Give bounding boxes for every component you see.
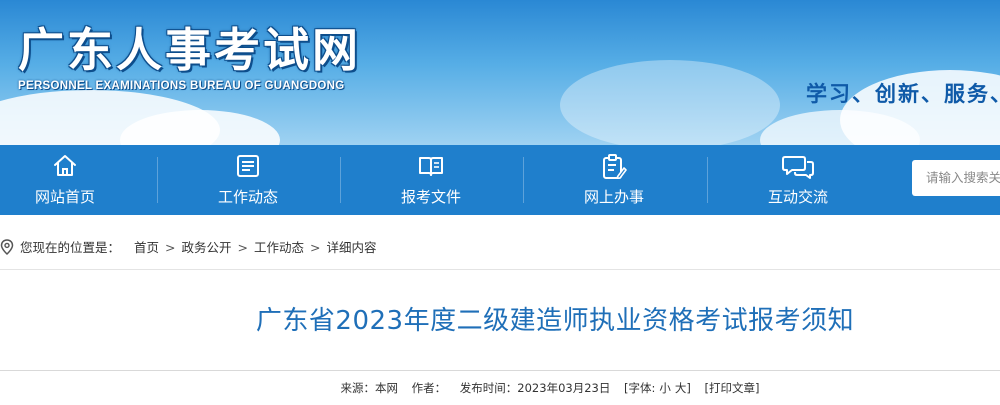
nav-label: 网上办事: [583, 188, 644, 206]
open-book-icon: [419, 157, 443, 176]
search-input[interactable]: 请输入搜索关: [926, 160, 1000, 196]
nav-item-work-news[interactable]: 工作动态: [157, 145, 339, 215]
nav-label: 工作动态: [217, 188, 278, 206]
article-title: 广东省2023年度二级建造师执业资格考试报考须知: [255, 306, 855, 336]
clipboard-edit-icon: [603, 154, 627, 179]
chat-bubble-icon: [782, 156, 814, 179]
breadcrumb: 您现在的位置是： 首页 > 政务公开 > 工作动态 > 详细内容: [0, 237, 377, 256]
article-source: 来源：本网: [340, 381, 398, 395]
title-divider: [0, 370, 1000, 371]
article-publish-date: 发布时间：2023年03月23日: [459, 381, 611, 395]
print-article-button[interactable]: [打印文章]: [705, 381, 760, 395]
breadcrumb-work-news-link[interactable]: 工作动态: [254, 240, 304, 255]
breadcrumb-gov-affairs-link[interactable]: 政务公开: [182, 240, 232, 255]
font-size-label: [字体:: [624, 381, 656, 395]
font-size-large-button[interactable]: 大: [675, 381, 687, 395]
breadcrumb-bar: 您现在的位置是： 首页 > 政务公开 > 工作动态 > 详细内容: [0, 215, 1000, 270]
main-nav: 网站首页 工作动态 报考文件 网上办事 互动交流: [0, 145, 1000, 215]
news-list-icon: [237, 155, 259, 177]
breadcrumb-home-link[interactable]: 首页: [134, 240, 159, 255]
nav-item-exam-documents[interactable]: 报考文件: [340, 145, 522, 215]
site-logo-title[interactable]: 广东人事考试网: [18, 14, 361, 80]
nav-item-interaction[interactable]: 互动交流: [707, 145, 889, 215]
nav-item-online-services[interactable]: 网上办事: [523, 145, 705, 215]
nav-label: 网站首页: [34, 188, 95, 206]
header-banner: 广东人事考试网 PERSONNEL EXAMINATIONS BUREAU OF…: [0, 0, 1000, 145]
site-slogan: 学习、创新、服务、: [806, 82, 1000, 106]
font-size-label-close: ]: [686, 381, 691, 395]
breadcrumb-separator: >: [165, 240, 176, 255]
article-meta: 来源：本网 作者： 发布时间：2023年03月23日 [字体: 小大] [打印文章…: [0, 380, 1000, 396]
nav-label: 报考文件: [400, 188, 461, 206]
location-pin-icon: [0, 239, 14, 255]
site-logo-subtitle: PERSONNEL EXAMINATIONS BUREAU OF GUANGDO…: [18, 80, 345, 92]
breadcrumb-separator: >: [237, 240, 249, 255]
font-size-control: [字体: 小大]: [624, 381, 691, 395]
breadcrumb-separator: >: [310, 240, 321, 255]
nav-label: 互动交流: [767, 188, 828, 206]
breadcrumb-prefix: 您现在的位置是：: [20, 240, 121, 255]
font-size-small-button[interactable]: 小: [659, 381, 671, 395]
nav-item-home[interactable]: 网站首页: [0, 145, 156, 215]
article-author: 作者：: [411, 381, 447, 395]
search-box[interactable]: 请输入搜索关: [912, 160, 1000, 196]
home-icon: [54, 155, 76, 176]
cloud-decoration: [560, 60, 780, 145]
breadcrumb-current: 详细内容: [326, 240, 377, 255]
